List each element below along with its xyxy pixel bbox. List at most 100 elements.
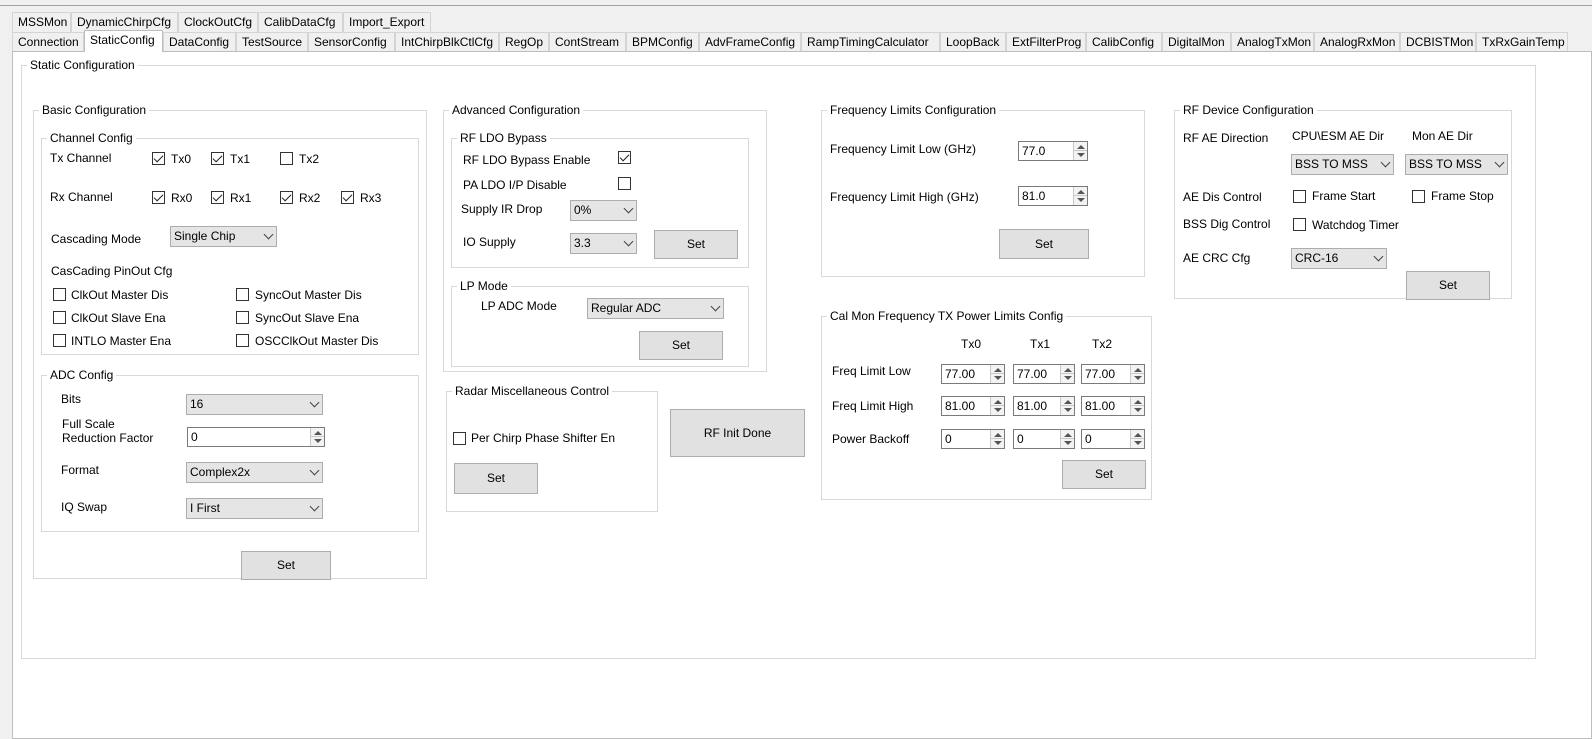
freq-limit-low-spinner[interactable]: 77.0 — [1018, 141, 1088, 161]
tab-calibconfig[interactable]: CalibConfig — [1086, 32, 1162, 52]
spin-arrows-icon[interactable] — [310, 428, 324, 446]
spin-arrows-icon[interactable] — [1073, 187, 1087, 205]
mon-ae-dir-select[interactable]: BSS TO MSS — [1405, 154, 1508, 175]
clkout-slave-ena-checkbox[interactable] — [53, 311, 66, 324]
oscclkout-master-dis-checkbox[interactable] — [236, 334, 249, 347]
tab-connection[interactable]: Connection — [12, 32, 84, 52]
freq-limit-high-value: 81.0 — [1022, 189, 1046, 203]
spin-arrows-icon[interactable] — [1060, 397, 1074, 415]
tx2-label: Tx2 — [299, 152, 320, 166]
frame-stop-label: Frame Stop — [1431, 189, 1494, 203]
basic-configuration-group: Basic Configuration Channel Config Tx Ch… — [33, 103, 427, 580]
tab-intchirpblkctlcfg[interactable]: IntChirpBlkCtlCfg — [395, 32, 499, 52]
tab-staticconfig[interactable]: StaticConfig — [84, 30, 163, 52]
rx0-checkbox[interactable] — [152, 191, 165, 204]
tab-clockoutcfg[interactable]: ClockOutCfg — [178, 12, 258, 32]
spin-arrows-icon[interactable] — [990, 397, 1004, 415]
tab-loopback[interactable]: LoopBack — [940, 32, 1006, 52]
syncout-master-dis-checkbox[interactable] — [236, 288, 249, 301]
tab-calibdatacfg[interactable]: CalibDataCfg — [258, 12, 343, 32]
calmon-freq-low-tx1[interactable]: 77.00 — [1013, 364, 1075, 384]
tab-dataconfig[interactable]: DataConfig — [163, 32, 236, 52]
tab-extfilterprog[interactable]: ExtFilterProg — [1006, 32, 1086, 52]
rx3-checkbox[interactable] — [341, 191, 354, 204]
frame-start-checkbox[interactable] — [1293, 190, 1306, 203]
pa-ldo-ip-disable-checkbox[interactable] — [618, 177, 631, 190]
calmon-freq-low-tx0[interactable]: 77.00 — [941, 364, 1005, 384]
lp-mode-set-button[interactable]: Set — [639, 331, 723, 360]
tx0-checkbox[interactable] — [152, 152, 165, 165]
tab-mssmon[interactable]: MSSMon — [12, 12, 71, 32]
tab-dcbistmon[interactable]: DCBISTMon — [1400, 32, 1476, 52]
rf-ldo-set-button[interactable]: Set — [654, 230, 738, 259]
rf-ae-direction-label: RF AE Direction — [1183, 131, 1269, 145]
calmon-freq-low-tx2[interactable]: 77.00 — [1081, 364, 1145, 384]
spin-arrows-icon[interactable] — [1130, 397, 1144, 415]
tab-advframeconfig[interactable]: AdvFrameConfig — [699, 32, 801, 52]
rf-ldo-bypass-enable-label: RF LDO Bypass Enable — [463, 153, 591, 167]
reduction-factor-spinner[interactable]: 0 — [187, 427, 325, 447]
tab-contstream[interactable]: ContStream — [549, 32, 626, 52]
calmon-tx-power-limits-group: Cal Mon Frequency TX Power Limits Config… — [821, 310, 1152, 500]
calmon-freq-high-tx0[interactable]: 81.00 — [941, 396, 1005, 416]
rx1-checkbox[interactable] — [211, 191, 224, 204]
cascading-mode-select[interactable]: Single Chip — [170, 226, 277, 247]
intlo-master-ena-label: INTLO Master Ena — [71, 334, 172, 348]
tab-testsource[interactable]: TestSource — [236, 32, 308, 52]
freq-limit-high-spinner[interactable]: 81.0 — [1018, 186, 1088, 206]
rx3-label: Rx3 — [360, 191, 382, 205]
lp-adc-mode-select[interactable]: Regular ADC — [587, 298, 724, 319]
basic-configuration-title: Basic Configuration — [42, 103, 147, 117]
calmon-freq-high-tx1[interactable]: 81.00 — [1013, 396, 1075, 416]
per-chirp-phase-shifter-label: Per Chirp Phase Shifter En — [471, 431, 616, 445]
calmon-freq-high-tx2[interactable]: 81.00 — [1081, 396, 1145, 416]
bits-select[interactable]: 16 — [186, 394, 323, 415]
tx2-checkbox[interactable] — [280, 152, 293, 165]
tx1-checkbox[interactable] — [211, 152, 224, 165]
ae-crc-cfg-select[interactable]: CRC-16 — [1291, 248, 1387, 269]
intlo-master-ena-checkbox[interactable] — [53, 334, 66, 347]
per-chirp-phase-shifter-checkbox[interactable] — [453, 432, 466, 445]
radar-misc-set-button[interactable]: Set — [454, 463, 538, 494]
clkout-master-dis-checkbox[interactable] — [53, 288, 66, 301]
rf-init-done-button[interactable]: RF Init Done — [670, 409, 805, 457]
format-select[interactable]: Complex2x — [186, 462, 323, 483]
tab-txrxgaintemp[interactable]: TxRxGainTemp — [1476, 32, 1568, 52]
chevron-down-icon — [1380, 157, 1391, 168]
calmon-power-backoff-tx2[interactable]: 0 — [1081, 429, 1145, 449]
reduction-factor-value: 0 — [191, 430, 198, 444]
spin-arrows-icon[interactable] — [1060, 365, 1074, 383]
spin-arrows-icon[interactable] — [1073, 142, 1087, 160]
io-supply-select[interactable]: 3.3 — [570, 233, 637, 254]
rf-ldo-bypass-enable-checkbox[interactable] — [618, 151, 631, 164]
spin-arrows-icon[interactable] — [990, 430, 1004, 448]
calmon-set-button[interactable]: Set — [1062, 460, 1146, 489]
spin-arrows-icon[interactable] — [1130, 365, 1144, 383]
tab-dynamicchirpcfg[interactable]: DynamicChirpCfg — [71, 12, 178, 32]
supply-ir-drop-select[interactable]: 0% — [570, 200, 637, 221]
tab-sensorconfig[interactable]: SensorConfig — [308, 32, 395, 52]
spin-arrows-icon[interactable] — [1130, 430, 1144, 448]
supply-ir-drop-label: Supply IR Drop — [461, 202, 543, 216]
basic-config-set-button[interactable]: Set — [241, 551, 331, 580]
tab-ramptimingcalculator[interactable]: RampTimingCalculator — [801, 32, 940, 52]
calmon-power-backoff-tx1[interactable]: 0 — [1013, 429, 1075, 449]
tab-regop[interactable]: RegOp — [499, 32, 549, 52]
spin-arrows-icon[interactable] — [990, 365, 1004, 383]
window-top-edge — [0, 0, 1592, 6]
tab-analogtxmon[interactable]: AnalogTxMon — [1231, 32, 1314, 52]
watchdog-timer-checkbox[interactable] — [1293, 218, 1306, 231]
cpu-esm-ae-dir-select[interactable]: BSS TO MSS — [1291, 154, 1394, 175]
iq-swap-select[interactable]: I First — [186, 498, 323, 519]
frame-stop-checkbox[interactable] — [1412, 190, 1425, 203]
tab-digitalmon[interactable]: DigitalMon — [1162, 32, 1231, 52]
calmon-power-backoff-tx0[interactable]: 0 — [941, 429, 1005, 449]
frequency-limits-set-button[interactable]: Set — [999, 229, 1089, 259]
rx2-checkbox[interactable] — [280, 191, 293, 204]
syncout-slave-ena-checkbox[interactable] — [236, 311, 249, 324]
rf-device-set-button[interactable]: Set — [1406, 271, 1490, 300]
tab-import-export[interactable]: Import_Export — [343, 12, 431, 32]
tab-bpmconfig[interactable]: BPMConfig — [626, 32, 699, 52]
spin-arrows-icon[interactable] — [1060, 430, 1074, 448]
tab-analogrxmon[interactable]: AnalogRxMon — [1314, 32, 1400, 52]
